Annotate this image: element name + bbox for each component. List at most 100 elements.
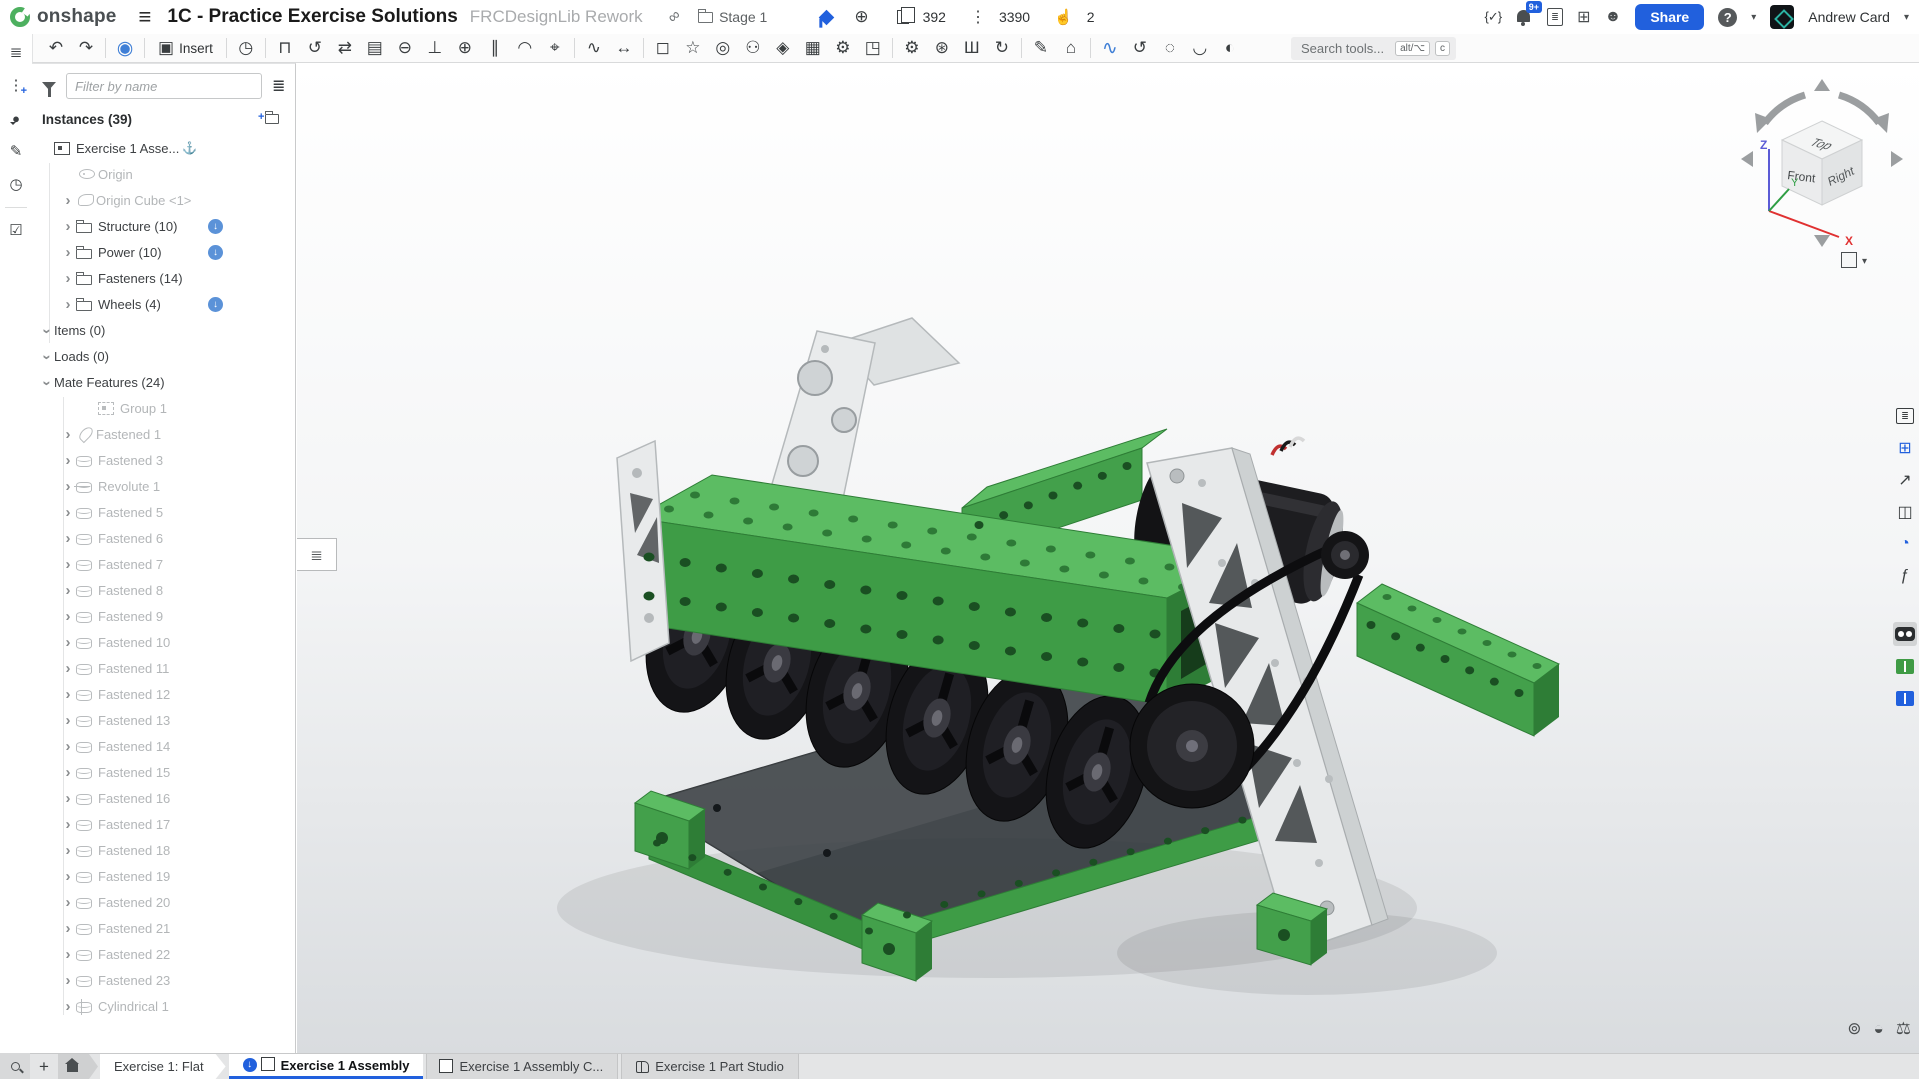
list-options-icon[interactable]: ≣: [272, 76, 285, 96]
appearance-icon[interactable]: ◔: [1893, 532, 1917, 556]
documentation-icon[interactable]: [1893, 686, 1917, 710]
like-icon[interactable]: ☝: [1054, 8, 1073, 26]
search-tabs-icon[interactable]: [0, 1053, 30, 1079]
insert-button[interactable]: ▣Insert: [149, 36, 222, 60]
tasks-icon[interactable]: {✓}: [1484, 9, 1501, 25]
tree-chevron-icon[interactable]: ›: [60, 635, 76, 650]
comments-icon[interactable]: ●: [4, 106, 28, 130]
redo-icon[interactable]: ↷: [71, 36, 101, 60]
learning-guide-icon[interactable]: [1893, 654, 1917, 678]
user-avatar[interactable]: [1770, 5, 1794, 29]
folded-views-icon[interactable]: ◳: [858, 36, 888, 60]
view-cube[interactable]: Top Front Right Z X Y: [1727, 71, 1917, 251]
mate-connector-icon[interactable]: ⌖: [540, 36, 570, 60]
transform-icon[interactable]: ◻: [648, 36, 678, 60]
orbit-view-icon[interactable]: ◐: [1215, 36, 1245, 60]
help-caret-icon[interactable]: ▾: [1751, 12, 1756, 23]
gear-pair-icon[interactable]: ⚙: [897, 36, 927, 60]
insert-instance-icon[interactable]: [265, 110, 285, 129]
insert-part-icon[interactable]: ◈: [768, 36, 798, 60]
onshape-logo[interactable]: onshape: [10, 6, 117, 28]
tree-row[interactable]: ›Fastened 15: [32, 759, 295, 785]
tree-row[interactable]: ›Fastened 1: [32, 421, 295, 447]
assembly-structure-icon[interactable]: ≣: [4, 40, 28, 64]
search-tools-box[interactable]: Search tools... alt/⌥ c: [1291, 37, 1456, 60]
doc-tab[interactable]: Exercise 1 Assembly C...: [426, 1054, 618, 1079]
tree-row[interactable]: ›Mate Features (24): [32, 369, 295, 395]
spur-gear-icon[interactable]: ⊛: [927, 36, 957, 60]
tree-chevron-icon[interactable]: ›: [60, 973, 76, 988]
folder-label[interactable]: Stage 1: [719, 9, 767, 25]
panel-collapse-handle[interactable]: ≣: [297, 538, 337, 571]
tree-row[interactable]: ›Fastened 5: [32, 499, 295, 525]
share-button[interactable]: Share: [1635, 4, 1704, 30]
animate-icon[interactable]: ∿: [1095, 36, 1125, 60]
orbit-rotate-icon[interactable]: ↺: [1125, 36, 1155, 60]
tree-chevron-icon[interactable]: ›: [60, 557, 76, 572]
tree-chevron-icon[interactable]: ›: [60, 271, 76, 286]
tree-row[interactable]: ›Fastened 16: [32, 785, 295, 811]
custom-features-icon[interactable]: ⚙: [828, 36, 858, 60]
tree-row[interactable]: ›Fastened 17: [32, 811, 295, 837]
tree-row[interactable]: ›Fastened 19: [32, 863, 295, 889]
display-states-icon[interactable]: ◎: [708, 36, 738, 60]
filter-icon[interactable]: [42, 82, 56, 90]
measure-distance-icon[interactable]: ↔: [609, 36, 639, 60]
revision-history-icon[interactable]: ◷: [231, 36, 261, 60]
section-view-icon[interactable]: ◫: [1893, 500, 1917, 524]
view-mode-dropdown[interactable]: ▾: [1843, 249, 1893, 273]
filter-input[interactable]: [66, 73, 262, 99]
tree-row[interactable]: ›Fastened 21: [32, 915, 295, 941]
view-report-icon[interactable]: ≣: [1893, 404, 1917, 428]
tree-chevron-icon[interactable]: ›: [60, 219, 76, 234]
tape-measure-icon[interactable]: ⊚: [1847, 1019, 1861, 1039]
create-version-icon[interactable]: ⋮: [4, 73, 28, 97]
tree-chevron-icon[interactable]: ›: [60, 193, 76, 208]
tree-chevron-icon[interactable]: ›: [60, 765, 76, 780]
tree-row[interactable]: ›Fastened 22: [32, 941, 295, 967]
tree-row[interactable]: ›Origin: [32, 161, 295, 187]
tree-chevron-icon[interactable]: ›: [60, 739, 76, 754]
drawing-icon[interactable]: ✎: [1026, 36, 1056, 60]
named-positions-icon[interactable]: ⚇: [738, 36, 768, 60]
tree-row[interactable]: ›Cylindrical 1: [32, 993, 295, 1019]
tree-chevron-icon[interactable]: ›: [60, 427, 76, 442]
tree-row[interactable]: ›Exercise 1 Asse...⚓: [32, 135, 295, 161]
tree-chevron-icon[interactable]: ›: [60, 505, 76, 520]
protractor-icon[interactable]: ◒: [1873, 1019, 1883, 1039]
mate-pin-slot-icon[interactable]: ⊥: [420, 36, 450, 60]
tree-row[interactable]: ›Fastened 20: [32, 889, 295, 915]
tree-chevron-icon[interactable]: ›: [60, 843, 76, 858]
tree-row[interactable]: ›Fastened 23: [32, 967, 295, 993]
link-icon[interactable]: ∞: [664, 6, 684, 27]
user-menu-caret-icon[interactable]: ▾: [1904, 12, 1909, 23]
mate-tangent-icon[interactable]: ◠: [510, 36, 540, 60]
mate-slider-icon[interactable]: ⇄: [330, 36, 360, 60]
update-available-badge[interactable]: ↓: [208, 297, 223, 312]
tree-chevron-icon[interactable]: ›: [60, 869, 76, 884]
notifications-bell-icon[interactable]: 9+: [1515, 8, 1533, 26]
app-store-icon[interactable]: ⊞: [1577, 7, 1590, 27]
tree-row[interactable]: ›Power (10)↓: [32, 239, 295, 265]
tree-chevron-icon[interactable]: ›: [60, 947, 76, 962]
mate-cylindrical-icon[interactable]: ⊖: [390, 36, 420, 60]
ai-advisor-icon[interactable]: [1893, 622, 1917, 646]
doc-tab[interactable]: Exercise 1: Flat: [100, 1054, 226, 1079]
tree-chevron-icon[interactable]: ›: [60, 609, 76, 624]
tree-row[interactable]: ›Wheels (4)↓: [32, 291, 295, 317]
tree-chevron-icon[interactable]: ›: [60, 297, 76, 312]
tree-chevron-icon[interactable]: ›: [60, 791, 76, 806]
main-menu-icon[interactable]: ≡: [139, 6, 152, 28]
tree-row[interactable]: ›Structure (10)↓: [32, 213, 295, 239]
tree-chevron-icon[interactable]: ›: [60, 687, 76, 702]
doc-tab[interactable]: ↓Exercise 1 Assembly: [229, 1054, 424, 1079]
tree-chevron-icon[interactable]: ›: [60, 583, 76, 598]
exploded-view-icon[interactable]: ↗: [1893, 468, 1917, 492]
tree-row[interactable]: ›Origin Cube <1>: [32, 187, 295, 213]
tree-row[interactable]: ›Loads (0): [32, 343, 295, 369]
tree-chevron-icon[interactable]: ›: [39, 349, 54, 365]
follow-checklist-icon[interactable]: ☑: [4, 218, 28, 242]
graphics-viewport[interactable]: ≣ Top Front Right Z X Y ▾ ≣⊞↗◫◔: [297, 63, 1919, 1053]
mass-properties-icon[interactable]: ⚖: [1896, 1019, 1911, 1039]
tree-row[interactable]: ›Fastened 14: [32, 733, 295, 759]
